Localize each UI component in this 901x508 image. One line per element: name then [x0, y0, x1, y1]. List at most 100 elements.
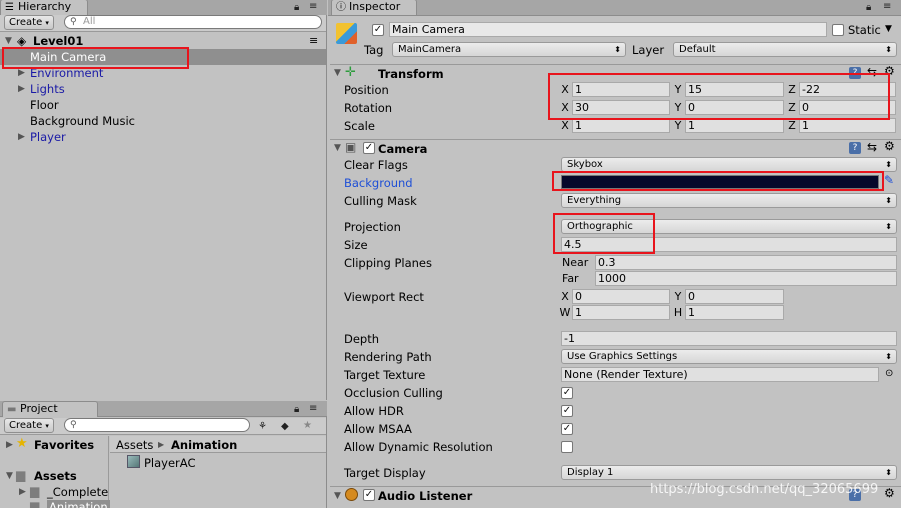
camera-enabled-checkbox[interactable]: ✓: [363, 142, 375, 154]
allow-msaa-checkbox[interactable]: ✓: [561, 423, 573, 435]
scale-label: Scale: [344, 119, 375, 133]
assets-folder-label[interactable]: Assets: [34, 469, 77, 483]
scale-z-field[interactable]: 1: [799, 118, 896, 133]
static-checkbox[interactable]: [832, 24, 844, 36]
folder-icon: ▆: [30, 484, 40, 498]
transform-title: Transform: [378, 67, 444, 81]
hierarchy-item-player[interactable]: ▶ Player: [0, 129, 326, 145]
updown-icon: ⬍: [885, 222, 892, 231]
expand-arrow-icon[interactable]: ▶: [19, 487, 26, 497]
preset-icon[interactable]: ⇆: [867, 140, 877, 154]
audio-listener-enabled-checkbox[interactable]: ✓: [363, 489, 375, 501]
viewport-w-field[interactable]: 1: [572, 305, 670, 320]
static-dropdown-icon[interactable]: ▼: [885, 24, 892, 34]
hierarchy-item-background-music[interactable]: Background Music: [0, 113, 326, 129]
favorites-label[interactable]: Favorites: [34, 438, 94, 452]
collapse-arrow-icon[interactable]: ▼: [334, 143, 341, 153]
allow-hdr-checkbox[interactable]: ✓: [561, 405, 573, 417]
expand-arrow-icon[interactable]: ▶: [18, 81, 25, 97]
collapse-arrow-icon[interactable]: ▼: [334, 491, 341, 501]
layer-dropdown[interactable]: Default ⬍: [673, 42, 897, 57]
occlusion-culling-checkbox[interactable]: ✓: [561, 387, 573, 399]
scale-x-field[interactable]: 1: [572, 118, 670, 133]
project-tab[interactable]: ▬ Project: [2, 401, 98, 417]
eyedropper-icon[interactable]: ✎: [884, 173, 894, 187]
viewport-w-label[interactable]: W: [559, 306, 571, 319]
project-create-button[interactable]: Create ▾: [4, 418, 54, 433]
depth-field[interactable]: -1: [561, 331, 897, 346]
filter-label-icon[interactable]: ◆: [281, 421, 289, 433]
settings-gear-icon[interactable]: ⚙: [884, 139, 895, 153]
folder-animation-label[interactable]: Animation: [47, 500, 110, 508]
active-checkbox[interactable]: ✓: [372, 24, 384, 36]
annotation-box-position-rotation: [548, 73, 890, 120]
collapse-arrow-icon[interactable]: ▼: [334, 68, 341, 78]
culling-mask-dropdown[interactable]: Everything ⬍: [561, 193, 897, 208]
hierarchy-item-lights[interactable]: ▶ Lights: [0, 81, 326, 97]
settings-gear-icon[interactable]: ⚙: [884, 486, 895, 500]
scale-z-axis-label[interactable]: Z: [786, 119, 798, 132]
clipping-planes-label: Clipping Planes: [344, 256, 432, 270]
clear-flags-dropdown[interactable]: Skybox ⬍: [561, 157, 897, 172]
lock-icon[interactable]: 🔒︎: [294, 404, 299, 416]
project-search-input[interactable]: ⚲: [64, 418, 250, 432]
viewport-y-field[interactable]: 0: [685, 289, 784, 304]
rotation-label: Rotation: [344, 101, 393, 115]
expand-arrow-icon[interactable]: ▶: [18, 129, 25, 145]
folder-icon: ▆: [30, 499, 40, 508]
object-picker-icon[interactable]: ⊙: [885, 368, 893, 379]
hierarchy-tab[interactable]: ☰ Hierarchy: [0, 0, 88, 15]
search-icon: ⚲: [70, 17, 77, 27]
expand-arrow-icon[interactable]: ▼: [6, 471, 13, 481]
viewport-x-field[interactable]: 0: [572, 289, 670, 304]
inspector-tab[interactable]: ⓘ Inspector: [331, 0, 417, 15]
favorite-star-icon[interactable]: ★: [303, 420, 312, 432]
viewport-h-field[interactable]: 1: [685, 305, 784, 320]
updown-icon: ⬍: [614, 45, 621, 54]
panel-menu-icon[interactable]: ≡: [309, 1, 317, 13]
folder-complete-label[interactable]: _Complete: [47, 485, 108, 499]
asset-item-playerac[interactable]: PlayerAC: [144, 456, 195, 470]
scene-menu-icon[interactable]: ≡: [309, 33, 318, 49]
target-display-dropdown[interactable]: Display 1 ⬍: [561, 465, 897, 480]
hierarchy-search-input[interactable]: ⚲ All: [64, 15, 322, 29]
allow-hdr-label: Allow HDR: [344, 404, 404, 418]
rendering-path-label: Rendering Path: [344, 350, 432, 364]
caret-down-icon: ▾: [45, 422, 49, 430]
viewport-y-label[interactable]: Y: [672, 290, 684, 303]
scale-y-field[interactable]: 1: [685, 118, 784, 133]
hierarchy-item-floor[interactable]: Floor: [0, 97, 326, 113]
filter-type-icon[interactable]: ⚘: [258, 421, 267, 433]
lock-icon[interactable]: 🔒︎: [294, 2, 299, 14]
help-icon[interactable]: ?: [849, 142, 861, 154]
viewport-x-label[interactable]: X: [559, 290, 571, 303]
camera-title: Camera: [378, 142, 428, 156]
far-field[interactable]: 1000: [595, 271, 897, 286]
updown-icon: ⬍: [885, 196, 892, 205]
allow-dynamic-resolution-checkbox[interactable]: [561, 441, 573, 453]
tag-dropdown[interactable]: MainCamera ⬍: [392, 42, 626, 57]
updown-icon: ⬍: [885, 352, 892, 361]
audio-listener-icon: [345, 488, 358, 501]
position-label: Position: [344, 83, 389, 97]
viewport-h-label[interactable]: H: [672, 306, 684, 319]
projection-label: Projection: [344, 220, 401, 234]
hierarchy-create-button[interactable]: Create ▾: [4, 15, 54, 30]
watermark-text: https://blog.csdn.net/qq_32065699: [650, 482, 879, 497]
expand-arrow-icon[interactable]: ▶: [6, 440, 13, 450]
scale-y-axis-label[interactable]: Y: [672, 119, 684, 132]
caret-down-icon: ▾: [45, 19, 49, 27]
target-texture-field[interactable]: None (Render Texture): [561, 367, 879, 382]
object-name-field[interactable]: Main Camera: [389, 22, 827, 37]
panel-menu-icon[interactable]: ≡: [883, 1, 891, 13]
info-icon: ⓘ: [336, 2, 346, 13]
near-field[interactable]: 0.3: [595, 255, 897, 270]
scale-x-axis-label[interactable]: X: [559, 119, 571, 132]
breadcrumb-animation[interactable]: Animation: [171, 438, 237, 452]
animator-controller-icon: [127, 455, 140, 468]
lock-icon[interactable]: 🔒︎: [866, 2, 871, 14]
breadcrumb-assets[interactable]: Assets: [116, 438, 153, 452]
updown-icon: ⬍: [885, 160, 892, 169]
rendering-path-dropdown[interactable]: Use Graphics Settings ⬍: [561, 349, 897, 364]
panel-menu-icon[interactable]: ≡: [309, 403, 317, 415]
